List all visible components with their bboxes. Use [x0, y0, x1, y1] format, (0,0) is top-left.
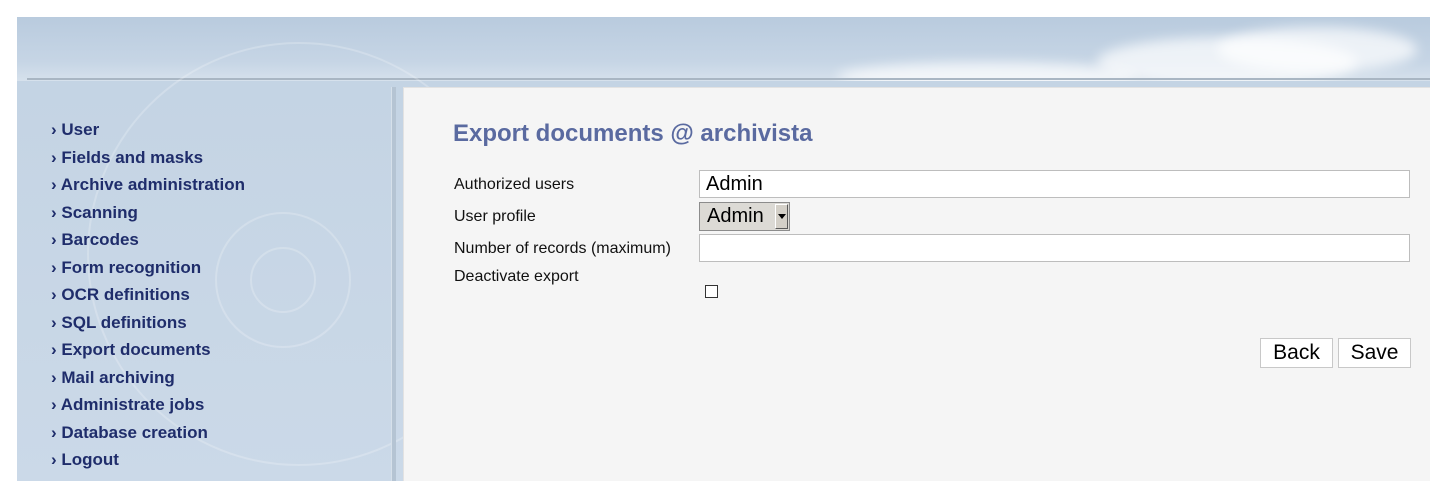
back-button[interactable]: Back [1260, 338, 1333, 368]
main-content: Export documents @ archivista Authorized… [403, 87, 1430, 481]
sidebar-item-fields-and-masks[interactable]: › Fields and masks [51, 147, 245, 175]
sidebar-item-sql-definitions[interactable]: › SQL definitions [51, 312, 245, 340]
cd-watermark-hole [250, 247, 316, 313]
sidebar-item-database-creation[interactable]: › Database creation [51, 422, 245, 450]
authorized-users-input[interactable] [699, 170, 1410, 198]
sidebar-item-archive-administration[interactable]: › Archive administration [51, 174, 245, 202]
dropdown-arrow-icon[interactable] [775, 204, 788, 229]
sidebar-item-mail-archiving[interactable]: › Mail archiving [51, 367, 245, 395]
sidebar-item-form-recognition[interactable]: › Form recognition [51, 257, 245, 285]
sidebar-item-barcodes[interactable]: › Barcodes [51, 229, 245, 257]
sidebar-item-administrate-jobs[interactable]: › Administrate jobs [51, 394, 245, 422]
sidebar-item-ocr-definitions[interactable]: › OCR definitions [51, 284, 245, 312]
max-records-input[interactable] [699, 234, 1410, 262]
user-profile-selected-value: Admin [707, 205, 764, 227]
max-records-label: Number of records (maximum) [454, 240, 671, 257]
save-button[interactable]: Save [1338, 338, 1411, 368]
sidebar-item-scanning[interactable]: › Scanning [51, 202, 245, 230]
app-frame: › User › Fields and masks › Archive admi… [17, 17, 1430, 481]
sidebar-item-user[interactable]: › User [51, 119, 245, 147]
sidebar-item-export-documents[interactable]: › Export documents [51, 339, 245, 367]
user-profile-select[interactable]: Admin [699, 202, 790, 231]
sidebar-nav: › User › Fields and masks › Archive admi… [51, 119, 245, 477]
page-title: Export documents @ archivista [453, 120, 813, 147]
authorized-users-label: Authorized users [454, 176, 575, 193]
sidebar-divider [391, 87, 396, 481]
deactivate-export-checkbox[interactable] [705, 285, 718, 298]
user-profile-label: User profile [454, 208, 536, 225]
deactivate-export-label: Deactivate export [454, 268, 579, 285]
sidebar-item-logout[interactable]: › Logout [51, 449, 245, 477]
